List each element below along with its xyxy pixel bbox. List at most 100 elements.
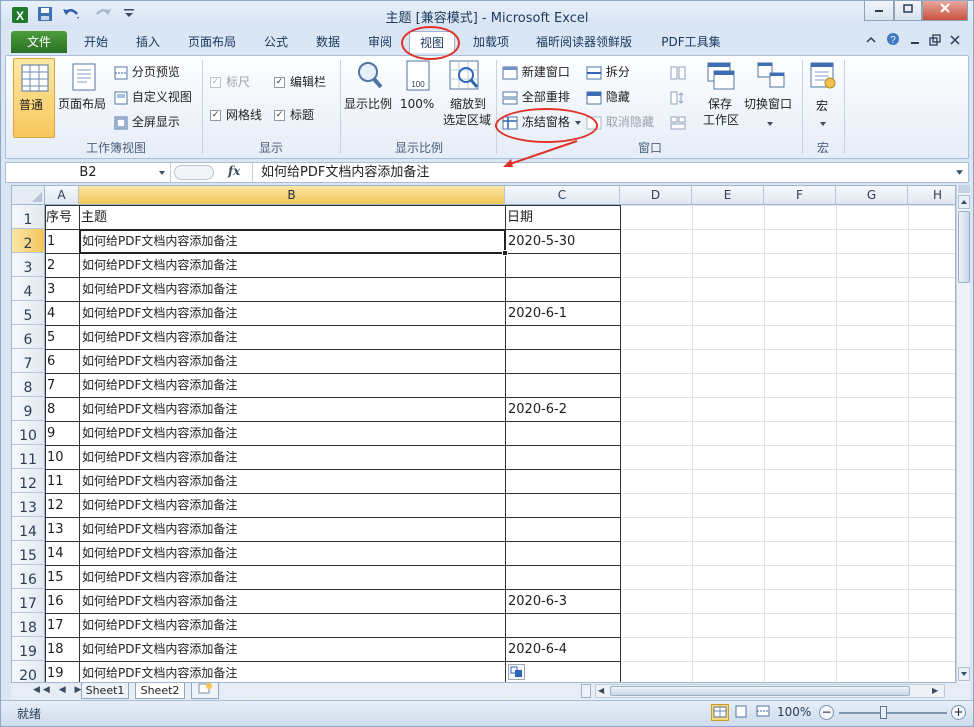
page-break-icon	[114, 66, 128, 79]
formula-input[interactable]: 如何给PDF文档内容添加备注	[261, 163, 429, 182]
sheet-tab-sheet2[interactable]: Sheet2	[135, 683, 185, 699]
minimize-ribbon-icon[interactable]	[863, 31, 879, 53]
formula-bar-checkbox[interactable]: ✓ 编辑栏	[274, 74, 326, 90]
macros-label: 宏	[816, 99, 829, 113]
excel-window: X 主题 [兼容模式] - Microsoft Excel 文件 开始 插入 页…	[0, 0, 974, 727]
title-bar: X 主题 [兼容模式] - Microsoft Excel	[1, 1, 973, 29]
help-icon[interactable]: ?	[885, 31, 901, 53]
annotation-circle-view-tab	[401, 26, 460, 60]
paste-options-icon[interactable]	[508, 664, 525, 680]
horizontal-scrollbar[interactable]: ◀ ▶	[595, 684, 945, 698]
tab-split-box[interactable]	[581, 684, 591, 698]
tab-page-layout[interactable]: 页面布局	[178, 31, 246, 53]
zoom-to-selection-button[interactable]: 缩放到 选定区域	[438, 58, 492, 136]
scroll-right-button[interactable]: ▶	[932, 686, 942, 696]
save-workspace-button[interactable]: 保存 工作区	[698, 58, 744, 138]
close-button[interactable]	[922, 1, 968, 21]
chevron-down-icon	[159, 171, 165, 175]
zoom-out-button[interactable]: −	[819, 705, 834, 720]
hide-icon	[586, 91, 602, 104]
workbook-restore-icon[interactable]	[927, 31, 943, 53]
page-layout-label: 页面布局	[58, 97, 107, 111]
custom-views-button[interactable]: 自定义视图	[114, 89, 192, 105]
name-box[interactable]: B2	[6, 163, 171, 182]
macros-icon	[810, 62, 836, 89]
headings-checkbox[interactable]: ✓ 标题	[274, 107, 314, 123]
group-separator	[802, 60, 803, 154]
expand-formula-bar-icon[interactable]	[955, 168, 964, 177]
chevron-down-icon	[767, 122, 773, 126]
page-break-preview-button[interactable]: 分页预览	[114, 64, 180, 80]
split-label: 拆分	[605, 65, 630, 79]
zoom-100-button[interactable]: 100 100%	[400, 58, 436, 136]
new-window-button[interactable]: 新建窗口	[502, 64, 570, 80]
workbook-minimize-icon[interactable]	[907, 31, 923, 53]
page-layout-icon	[72, 63, 96, 91]
zoom-slider-track[interactable]	[839, 712, 947, 714]
scroll-thumb[interactable]	[958, 211, 970, 283]
split-button[interactable]: 拆分	[586, 64, 630, 80]
full-screen-label: 全屏显示	[131, 115, 180, 129]
normal-view-status-button[interactable]	[711, 704, 729, 721]
vertical-scrollbar[interactable]	[956, 185, 970, 683]
tab-data[interactable]: 数据	[305, 31, 351, 53]
zoom-group-label: 显示比例	[394, 141, 443, 155]
switch-windows-button[interactable]: 切换窗口	[744, 58, 798, 138]
formula-bar-resize-handle[interactable]	[174, 165, 214, 180]
zoom-label: 显示比例	[344, 97, 393, 111]
tab-file[interactable]: 文件	[11, 31, 67, 53]
tab-review[interactable]: 审阅	[357, 31, 403, 53]
gridlines-label: 网格线	[226, 108, 263, 122]
unhide-label: 取消隐藏	[605, 115, 654, 129]
tab-foxit-reader[interactable]: 福昕阅读器领鲜版	[528, 31, 640, 53]
scroll-down-button[interactable]	[958, 667, 970, 681]
restore-button[interactable]	[894, 1, 922, 21]
insert-sheet-icon[interactable]	[191, 683, 219, 699]
zoom-level[interactable]: 100%	[777, 705, 811, 719]
scroll-up-button[interactable]	[958, 195, 970, 209]
gridlines-checkbox[interactable]: ✓ 网格线	[210, 107, 262, 123]
view-side-by-side-icon[interactable]	[670, 64, 686, 80]
switch-windows-icon	[757, 62, 785, 88]
split-box[interactable]	[958, 185, 970, 193]
fill-handle[interactable]	[502, 250, 508, 256]
name-box-value: B2	[79, 165, 97, 180]
sheet-tabs-bar: ◀◀ ◀ ▶ ▶▶ Sheet1 Sheet2 ◀ ▶	[11, 683, 970, 700]
workbook-views-group-label: 工作簿视图	[85, 141, 146, 155]
hide-button[interactable]: 隐藏	[586, 89, 630, 105]
scroll-left-button[interactable]: ◀	[598, 686, 608, 696]
tab-pdf-tools[interactable]: PDF工具集	[651, 31, 731, 53]
split-icon	[586, 66, 602, 79]
reset-window-position-icon[interactable]	[670, 114, 686, 130]
tab-home[interactable]: 开始	[73, 31, 119, 53]
new-window-icon	[502, 66, 518, 79]
workbook-close-icon[interactable]	[947, 31, 963, 53]
worksheet-grid[interactable]: A B C D E F G H 1 序号 主题 日期 2 1 如何给PDF文档内容添…	[11, 185, 956, 683]
zoom-button[interactable]: 显示比例	[344, 58, 398, 136]
zoom-in-button[interactable]: +	[951, 705, 966, 720]
horizontal-scroll-thumb[interactable]	[610, 686, 910, 696]
synchronous-scrolling-icon[interactable]	[670, 89, 686, 105]
magnifier-icon	[358, 62, 383, 89]
zoom-slider-thumb[interactable]	[880, 706, 887, 719]
full-screen-button[interactable]: 全屏显示	[114, 114, 180, 130]
tab-add-ins[interactable]: 加载项	[462, 31, 520, 53]
zoom-selection-icon	[449, 60, 479, 90]
zoom-selection-label-2: 选定区域	[443, 113, 492, 127]
macros-group-label: 宏	[816, 141, 829, 155]
annotation-arrow	[503, 140, 578, 167]
macros-button[interactable]: 宏	[806, 58, 840, 138]
page-break-status-button[interactable]	[755, 704, 773, 721]
sheet-tab-sheet1[interactable]: Sheet1	[81, 683, 129, 699]
minimize-button[interactable]	[864, 1, 894, 21]
tab-insert[interactable]: 插入	[125, 31, 171, 53]
ruler-checkbox[interactable]: ✓ 标尺	[210, 74, 250, 90]
table-borders	[45, 205, 955, 682]
page-layout-status-button[interactable]	[733, 704, 751, 721]
tab-formulas[interactable]: 公式	[253, 31, 299, 53]
arrange-all-button[interactable]: 全部重排	[502, 89, 570, 105]
insert-function-button[interactable]: fx	[228, 164, 240, 178]
page-layout-view-button[interactable]: 页面布局	[58, 58, 112, 138]
custom-views-label: 自定义视图	[131, 90, 192, 104]
normal-view-button[interactable]: 普通	[13, 58, 55, 138]
